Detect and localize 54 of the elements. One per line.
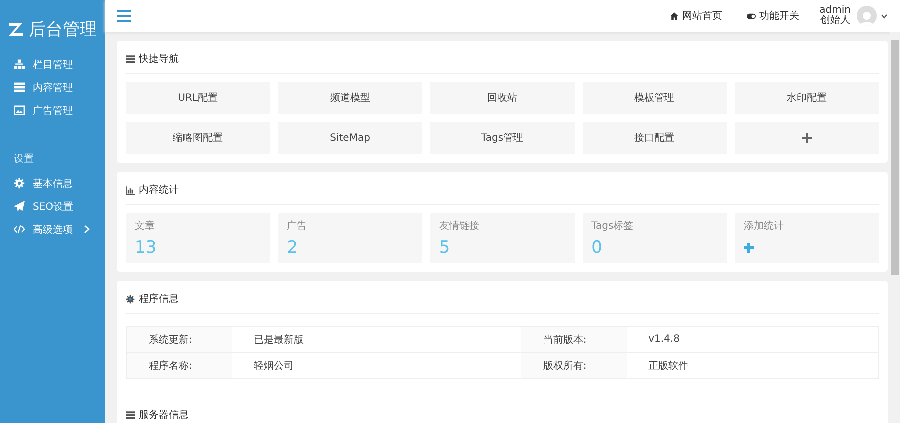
shortcut-button[interactable]: SiteMap: [278, 122, 422, 154]
gear-icon: [126, 294, 135, 304]
shortcut-button[interactable]: 接口配置: [582, 122, 727, 154]
stat-label: 添加统计: [744, 220, 785, 233]
chevron-icon: [84, 225, 91, 234]
shortcut-button[interactable]: Tags管理: [430, 122, 575, 154]
card-title: 服务器信息: [139, 408, 189, 422]
info-value: 正版软件: [626, 352, 878, 378]
shortcut-button[interactable]: 模板管理: [582, 82, 727, 114]
shortcut-button[interactable]: URL配置: [126, 82, 270, 114]
stat-label: 广告: [287, 220, 308, 233]
shortcut-button[interactable]: 频道模型: [278, 82, 422, 114]
logo-text: 后台管理: [29, 19, 97, 41]
stat-label: Tags标签: [592, 220, 635, 233]
stat-value: 5: [439, 239, 452, 257]
send-icon: [14, 201, 25, 212]
list-icon: [14, 82, 25, 93]
stat-label: 文章: [135, 220, 156, 233]
caret-icon[interactable]: [881, 12, 888, 20]
sitemap-icon: [14, 59, 25, 70]
bar-chart-icon: [126, 186, 135, 194]
plus-icon[interactable]: [744, 243, 754, 253]
card-title: 快捷导航: [139, 52, 179, 66]
card-title: 程序信息: [139, 292, 179, 306]
code-icon: [14, 224, 25, 235]
stat-label: 友情链接: [439, 220, 480, 233]
user-role: 创始人: [820, 16, 850, 26]
logo-icon: [8, 22, 25, 37]
top-link[interactable]: 功能开关: [746, 9, 800, 23]
info-label: 当前版本:: [521, 326, 627, 352]
info-label: 系统更新:: [126, 326, 232, 352]
stat-value: 13: [135, 239, 158, 257]
stat-value: 2: [287, 239, 300, 257]
home-icon: [670, 12, 679, 20]
top-link[interactable]: 网站首页: [670, 9, 723, 23]
plus-icon: [802, 133, 812, 143]
info-value: v1.4.8: [626, 326, 878, 352]
info-value: 轻烟公司: [232, 352, 522, 378]
shortcut-button[interactable]: 水印配置: [734, 82, 879, 114]
info-label: 版权所有:: [521, 352, 627, 378]
gear-icon: [14, 178, 25, 189]
toggle-icon: [746, 12, 756, 20]
shortcut-button[interactable]: 缩略图配置: [126, 122, 270, 154]
info-label: 程序名称:: [126, 352, 232, 378]
list-icon: [126, 410, 135, 420]
list-icon: [126, 54, 135, 64]
section-label: 设置: [13, 152, 35, 167]
user-name: admin: [820, 6, 851, 16]
shortcut-button[interactable]: 回收站: [430, 82, 575, 114]
image-icon: [14, 105, 25, 116]
card-title: 内容统计: [139, 184, 179, 197]
info-value: 已是最新版: [232, 326, 522, 352]
menu-icon[interactable]: [117, 10, 131, 22]
stat-value: 0: [592, 239, 604, 257]
